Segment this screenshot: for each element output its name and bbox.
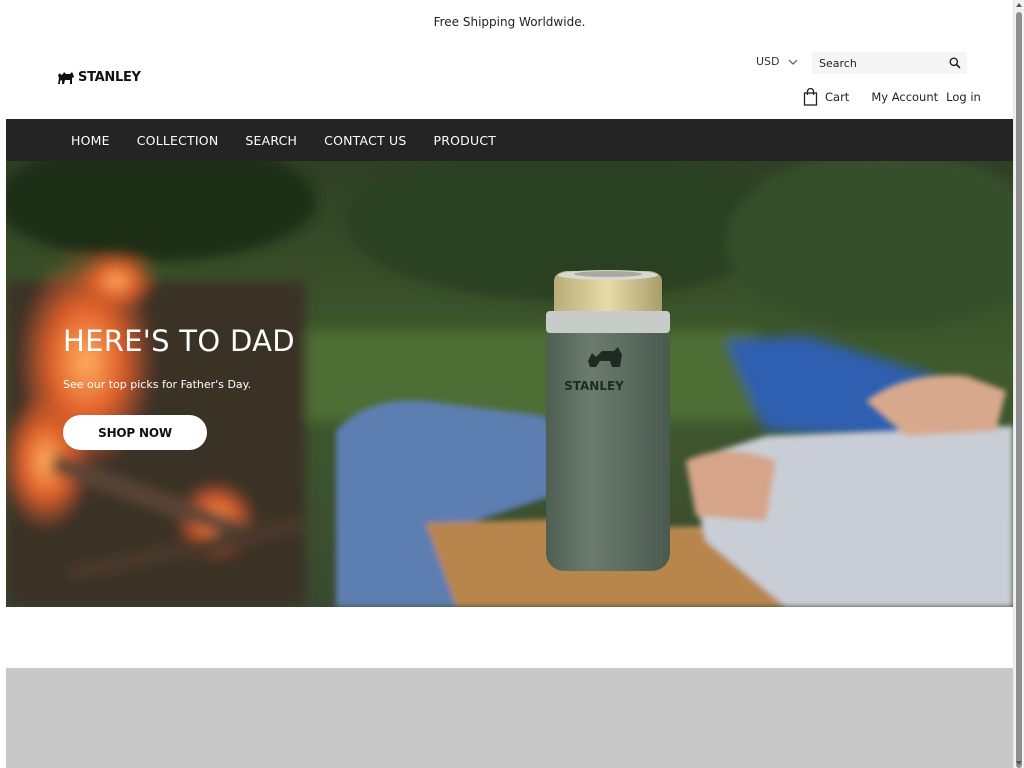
chevron-down-icon: [788, 59, 797, 65]
tumbler: STANLEY: [546, 270, 670, 571]
hero-title: HERE'S TO DAD: [63, 324, 295, 358]
nav-item-collection[interactable]: COLLECTION: [137, 133, 219, 148]
site-header: STANLEY USD Cart My Account: [6, 44, 1013, 119]
nav-item-home[interactable]: HOME: [71, 133, 110, 148]
announcement-text: Free Shipping Worldwide.: [433, 15, 586, 29]
hero-subtitle: See our top picks for Father's Day.: [63, 378, 252, 391]
nav-item-search[interactable]: SEARCH: [245, 133, 297, 148]
login-link[interactable]: Log in: [946, 90, 981, 104]
my-account-link[interactable]: My Account: [871, 90, 938, 104]
search-box: [812, 52, 967, 74]
account-row: Cart My Account Log in: [803, 88, 981, 106]
can-logo-text: STANLEY: [564, 379, 624, 393]
scroll-down-icon[interactable]: [1016, 761, 1022, 765]
scroll-up-icon[interactable]: [1016, 3, 1022, 7]
currency-selector[interactable]: USD: [756, 55, 798, 68]
logo[interactable]: STANLEY: [57, 70, 141, 85]
hero-banner: STANLEY HERE'S TO DAD See our top picks …: [6, 161, 1013, 607]
search-icon[interactable]: [948, 56, 962, 70]
stanley-bear-icon: [58, 71, 74, 84]
announcement-bar: Free Shipping Worldwide.: [6, 0, 1013, 44]
page: Free Shipping Worldwide. STANLEY USD Sea…: [6, 0, 1013, 768]
scrollbar-thumb[interactable]: [1016, 12, 1022, 768]
nav-item-product[interactable]: PRODUCT: [434, 133, 497, 148]
content-placeholder: [6, 668, 1013, 768]
shop-now-button[interactable]: SHOP NOW: [63, 415, 207, 450]
nav-item-contact-us[interactable]: CONTACT US: [324, 133, 406, 148]
shopping-bag-icon: [803, 88, 818, 106]
scrollbar[interactable]: [1013, 0, 1024, 768]
currency-value: USD: [756, 55, 780, 68]
logo-text: STANLEY: [78, 70, 141, 85]
cart-link[interactable]: Cart: [803, 88, 849, 106]
cart-label: Cart: [825, 90, 850, 104]
main-nav: HOME COLLECTION SEARCH CONTACT US PRODUC…: [6, 119, 1013, 161]
search-input[interactable]: [819, 56, 939, 70]
